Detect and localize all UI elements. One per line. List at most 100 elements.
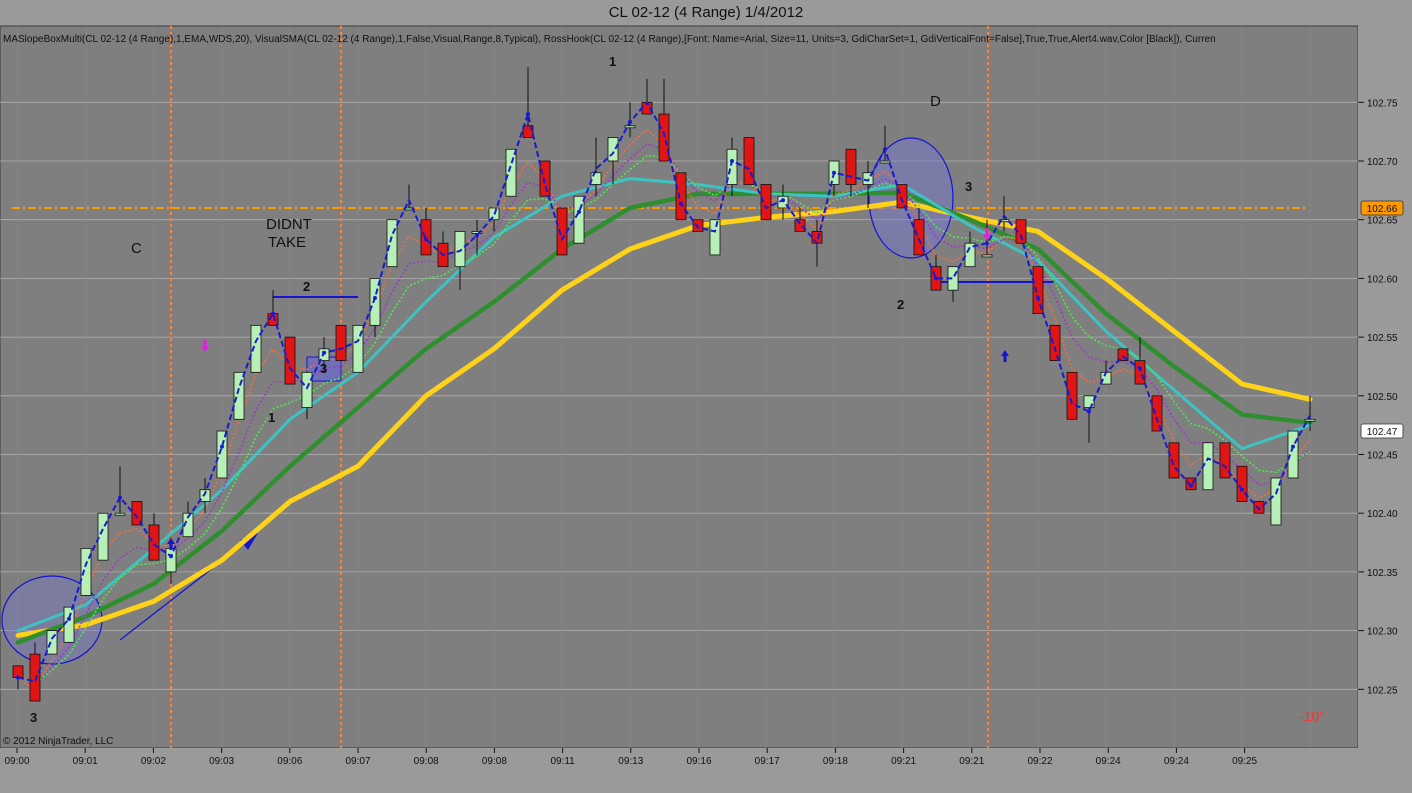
hook-label-3-bottom: 3: [30, 710, 37, 725]
typical-price-dot: [679, 202, 683, 207]
candle-down: [1151, 395, 1163, 432]
time-tick-label: 09:00: [4, 756, 29, 767]
typical-price-dot: [424, 237, 428, 242]
time-tick-label: 09:22: [1027, 756, 1052, 767]
price-marker-label: 102.66: [1367, 204, 1398, 215]
time-tick-label: 09:03: [209, 756, 234, 767]
candle-down: [658, 113, 670, 162]
typical-price-dot: [577, 209, 581, 214]
typical-price-dot: [730, 159, 734, 164]
time-tick-label: 09:06: [277, 756, 302, 767]
typical-price-dot: [883, 147, 887, 152]
candle-up: [63, 606, 75, 643]
typical-price-dot: [526, 112, 530, 117]
annotation-c: C: [131, 240, 142, 257]
typical-price-dot: [16, 675, 20, 680]
candle-up: [46, 630, 58, 655]
typical-price-dot: [628, 119, 632, 124]
time-tick-label: 09:07: [345, 756, 370, 767]
time-axis-panel: [0, 748, 1412, 793]
time-tick-label: 09:16: [686, 756, 711, 767]
typical-price-dot: [1087, 409, 1091, 414]
indicator-legend: MASlopeBoxMulti(CL 02-12 (4 Range),1,EMA…: [3, 34, 1216, 45]
price-tick-label: 102.40: [1367, 509, 1398, 520]
candle-up: [709, 219, 721, 256]
annotation-didnt: DIDNT: [266, 216, 312, 233]
hook-label-2-right: 2: [897, 297, 904, 312]
hook-label-3-box: 3: [320, 361, 327, 376]
price-tick-label: 102.55: [1367, 333, 1398, 344]
price-tick-label: 102.60: [1367, 274, 1398, 285]
candle-up: [981, 254, 993, 258]
candle-up: [1202, 442, 1214, 491]
candle-down: [29, 653, 41, 702]
typical-price-dot: [373, 295, 377, 300]
annotation-d: D: [930, 93, 941, 110]
candle-up: [590, 172, 602, 185]
candle-up: [573, 195, 585, 244]
price-axis-panel: [1358, 26, 1412, 748]
typical-price-dot: [1138, 366, 1142, 371]
candle-up: [97, 512, 109, 561]
candle-up: [879, 160, 891, 164]
window-title: CL 02-12 (4 Range) 1/4/2012: [608, 4, 804, 21]
price-tick-label: 102.45: [1367, 451, 1398, 462]
candle-up: [505, 148, 517, 197]
candle-down: [1134, 360, 1146, 385]
candle-down: [335, 324, 347, 361]
candle-down: [811, 231, 823, 244]
time-tick-label: 09:08: [482, 756, 507, 767]
hook-label-3-right: 3: [965, 179, 972, 194]
time-tick-label: 09:24: [1164, 756, 1189, 767]
typical-price-dot: [118, 495, 122, 500]
typical-price-dot: [934, 276, 938, 281]
hook-label-2-left: 2: [303, 279, 310, 294]
price-tick-label: 102.30: [1367, 627, 1398, 638]
typical-price-dot: [67, 616, 71, 621]
time-tick-label: 09:21: [891, 756, 916, 767]
candle-up: [165, 548, 177, 573]
hook-label-1-top: 1: [609, 54, 616, 69]
typical-price-dot: [1291, 444, 1295, 449]
candle-up: [454, 231, 466, 268]
candle-down: [675, 172, 687, 221]
price-tick-label: 102.25: [1367, 685, 1398, 696]
candle-up: [386, 219, 398, 268]
time-tick-label: 09:08: [414, 756, 439, 767]
price-tick-label: 102.70: [1367, 157, 1398, 168]
candle-down: [1066, 371, 1078, 420]
candle-up: [216, 430, 228, 479]
candle-down: [539, 160, 551, 197]
time-tick-label: 09:11: [550, 756, 575, 767]
candle-down: [794, 219, 806, 232]
price-tick-label: 102.75: [1367, 98, 1398, 109]
time-tick-label: 09:21: [959, 756, 984, 767]
typical-price-dot: [1036, 295, 1040, 300]
price-tick-label: 102.50: [1367, 392, 1398, 403]
time-tick-label: 09:01: [73, 756, 98, 767]
candle-down: [845, 148, 857, 185]
candle-up: [233, 371, 245, 420]
candle-up: [624, 125, 636, 129]
time-tick-label: 09:13: [618, 756, 643, 767]
time-tick-label: 09:25: [1232, 756, 1257, 767]
typical-price-dot: [220, 444, 224, 449]
typical-price-dot: [322, 350, 326, 355]
candle-down: [148, 524, 160, 561]
candle-up: [301, 371, 313, 408]
typical-price-dot: [1240, 487, 1244, 492]
candle-down: [284, 336, 296, 385]
typical-price-dot: [781, 198, 785, 203]
copyright: © 2012 NinjaTrader, LLC: [3, 736, 113, 747]
typical-price-dot: [1189, 483, 1193, 488]
candle-down: [896, 184, 908, 209]
hook-label-1-low: 1: [268, 410, 275, 425]
typical-price-dot: [271, 311, 275, 316]
candle-down: [1168, 442, 1180, 479]
price-tick-label: 102.35: [1367, 568, 1398, 579]
candle-down: [1049, 324, 1061, 361]
annotation-take: TAKE: [268, 234, 306, 251]
typical-price-dot: [169, 554, 173, 559]
time-tick-label: 09:24: [1096, 756, 1121, 767]
candle-down: [1236, 465, 1248, 502]
